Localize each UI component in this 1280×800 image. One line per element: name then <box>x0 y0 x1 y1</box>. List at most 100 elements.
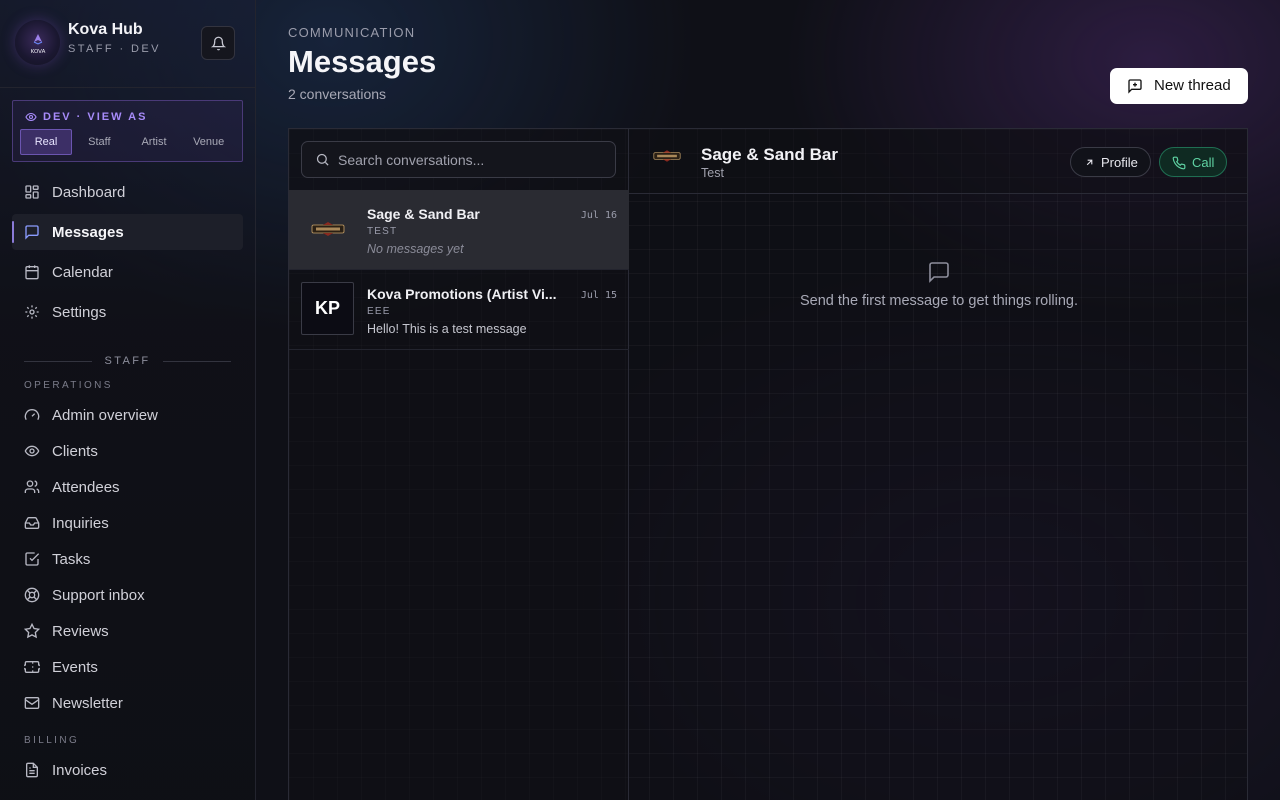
conversation-item[interactable]: KP Kova Promotions (Artist Vi... Jul 15 … <box>289 270 629 350</box>
conversation-list: Sage & Sand Bar Jul 16 TEST No messages … <box>289 129 629 800</box>
new-thread-button[interactable]: New thread <box>1110 68 1248 104</box>
brand-header: KOVA Kova Hub STAFF · DEV <box>0 0 255 88</box>
conversation-tag: EEE <box>367 306 391 317</box>
arrow-up-right-icon <box>1086 159 1093 166</box>
view-as-real[interactable]: Real <box>20 129 72 155</box>
calendar-icon <box>25 265 39 280</box>
page-title: Messages <box>288 44 437 79</box>
sidebar-item-events[interactable]: Events <box>12 649 243 685</box>
ticket-icon <box>24 661 40 673</box>
sidebar-item-tasks[interactable]: Tasks <box>12 541 243 577</box>
checkbox-icon <box>25 552 40 566</box>
conversation-name: Kova Promotions (Artist Vi... <box>367 286 557 302</box>
eye-icon <box>25 112 37 122</box>
inbox-icon <box>24 517 40 529</box>
dashboard-icon <box>25 185 39 199</box>
eye-icon <box>24 445 40 457</box>
sidebar-item-attendees[interactable]: Attendees <box>12 469 243 505</box>
sidebar-item-label: Newsletter <box>52 694 123 712</box>
star-icon <box>24 623 40 639</box>
sidebar-item-label: Dashboard <box>52 183 126 201</box>
lifebuoy-icon <box>24 587 40 603</box>
chat-pane: Sage & Sand Bar Test Profile Call Send t… <box>629 129 1247 800</box>
search-input[interactable] <box>338 142 608 177</box>
message-icon <box>25 225 39 240</box>
dev-view-as-panel: DEV · VIEW AS Real Staff Artist Venue <box>12 100 243 162</box>
sidebar-item-admin-overview[interactable]: Admin overview <box>12 397 243 433</box>
conversation-tag: TEST <box>367 226 398 237</box>
sidebar-item-label: Events <box>52 658 98 676</box>
chat-subtitle: Test <box>701 166 724 180</box>
sidebar-item-calendar[interactable]: Calendar <box>12 254 243 290</box>
chat-title: Sage & Sand Bar <box>701 145 838 164</box>
search-icon <box>316 153 329 166</box>
notifications-button[interactable] <box>201 26 235 60</box>
conversation-date: Jul 16 <box>580 210 617 221</box>
sage-sand-logo-icon <box>311 221 344 236</box>
call-button-label: Call <box>1192 155 1215 170</box>
sidebar-item-clients[interactable]: Clients <box>12 433 243 469</box>
app-title: Kova Hub <box>68 21 143 38</box>
sidebar-item-messages[interactable]: Messages <box>12 214 243 250</box>
sidebar-item-label: Messages <box>52 223 124 241</box>
sidebar-item-label: Tasks <box>52 550 91 568</box>
profile-button-label: Profile <box>1101 155 1138 170</box>
sidebar-item-label: Calendar <box>52 263 113 281</box>
svg-text:KOVA: KOVA <box>30 49 45 55</box>
conversation-item[interactable]: Sage & Sand Bar Jul 16 TEST No messages … <box>289 190 629 270</box>
app-logo[interactable]: KOVA <box>15 20 60 65</box>
kova-logo-icon: KOVA <box>30 33 45 55</box>
gauge-icon <box>24 409 40 420</box>
message-square-icon <box>929 262 949 283</box>
conversation-name: Sage & Sand Bar <box>367 206 480 222</box>
sidebar-item-label: Inquiries <box>52 514 109 532</box>
sidebar-item-label: Settings <box>52 303 107 321</box>
chat-avatar <box>653 149 683 171</box>
sidebar-item-invoices[interactable]: Invoices <box>12 752 243 788</box>
mail-icon <box>24 697 40 709</box>
venue-avatar <box>301 202 354 255</box>
staff-section-divider: STAFF <box>24 355 231 367</box>
messages-panel: Sage & Sand Bar Jul 16 TEST No messages … <box>288 128 1248 800</box>
call-button[interactable]: Call <box>1159 147 1227 177</box>
view-as-switcher: Real Staff Artist Venue <box>20 129 236 155</box>
sidebar-item-label: Support inbox <box>52 586 145 604</box>
sidebar-item-settings[interactable]: Settings <box>12 294 243 330</box>
avatar: KP <box>301 282 354 335</box>
document-icon <box>26 762 38 778</box>
empty-state-text: Send the first message to get things rol… <box>799 293 1079 309</box>
gear-icon <box>25 305 39 319</box>
new-thread-label: New thread <box>1154 77 1231 94</box>
search-field <box>301 141 616 178</box>
section-eyebrow: COMMUNICATION <box>288 25 416 40</box>
sidebar-item-label: Clients <box>52 442 98 460</box>
conversation-preview: Hello! This is a test message <box>367 322 527 336</box>
sidebar-item-label: Admin overview <box>52 406 158 424</box>
sidebar-item-inquiries[interactable]: Inquiries <box>12 505 243 541</box>
conversation-count: 2 conversations <box>288 86 387 102</box>
view-as-venue[interactable]: Venue <box>181 129 236 155</box>
bell-icon <box>210 36 226 50</box>
chat-header: Sage & Sand Bar Test Profile Call <box>629 129 1247 194</box>
sidebar-item-reviews[interactable]: Reviews <box>12 613 243 649</box>
sage-sand-logo-icon <box>653 150 681 162</box>
dev-view-as-label: DEV · VIEW AS <box>43 111 148 123</box>
sidebar-item-label: Attendees <box>52 478 120 496</box>
sidebar-item-newsletter[interactable]: Newsletter <box>12 685 243 721</box>
users-icon <box>24 480 40 493</box>
profile-button[interactable]: Profile <box>1070 147 1151 177</box>
sidebar-item-label: Reviews <box>52 622 109 640</box>
sidebar-item-support-inbox[interactable]: Support inbox <box>12 577 243 613</box>
sidebar: KOVA Kova Hub STAFF · DEV DEV · VIEW AS … <box>0 0 256 800</box>
conversation-date: Jul 15 <box>580 290 617 301</box>
sidebar-item-dashboard[interactable]: Dashboard <box>12 174 243 210</box>
main-content: COMMUNICATION Messages 2 conversations N… <box>256 0 1280 800</box>
operations-group-label: OPERATIONS <box>24 380 113 391</box>
message-plus-icon <box>1128 79 1142 94</box>
view-as-staff[interactable]: Staff <box>72 129 127 155</box>
conversation-preview: No messages yet <box>367 242 464 256</box>
phone-icon <box>1172 156 1186 170</box>
billing-group-label: BILLING <box>24 735 80 746</box>
view-as-artist[interactable]: Artist <box>127 129 182 155</box>
sidebar-item-label: Invoices <box>52 761 108 779</box>
